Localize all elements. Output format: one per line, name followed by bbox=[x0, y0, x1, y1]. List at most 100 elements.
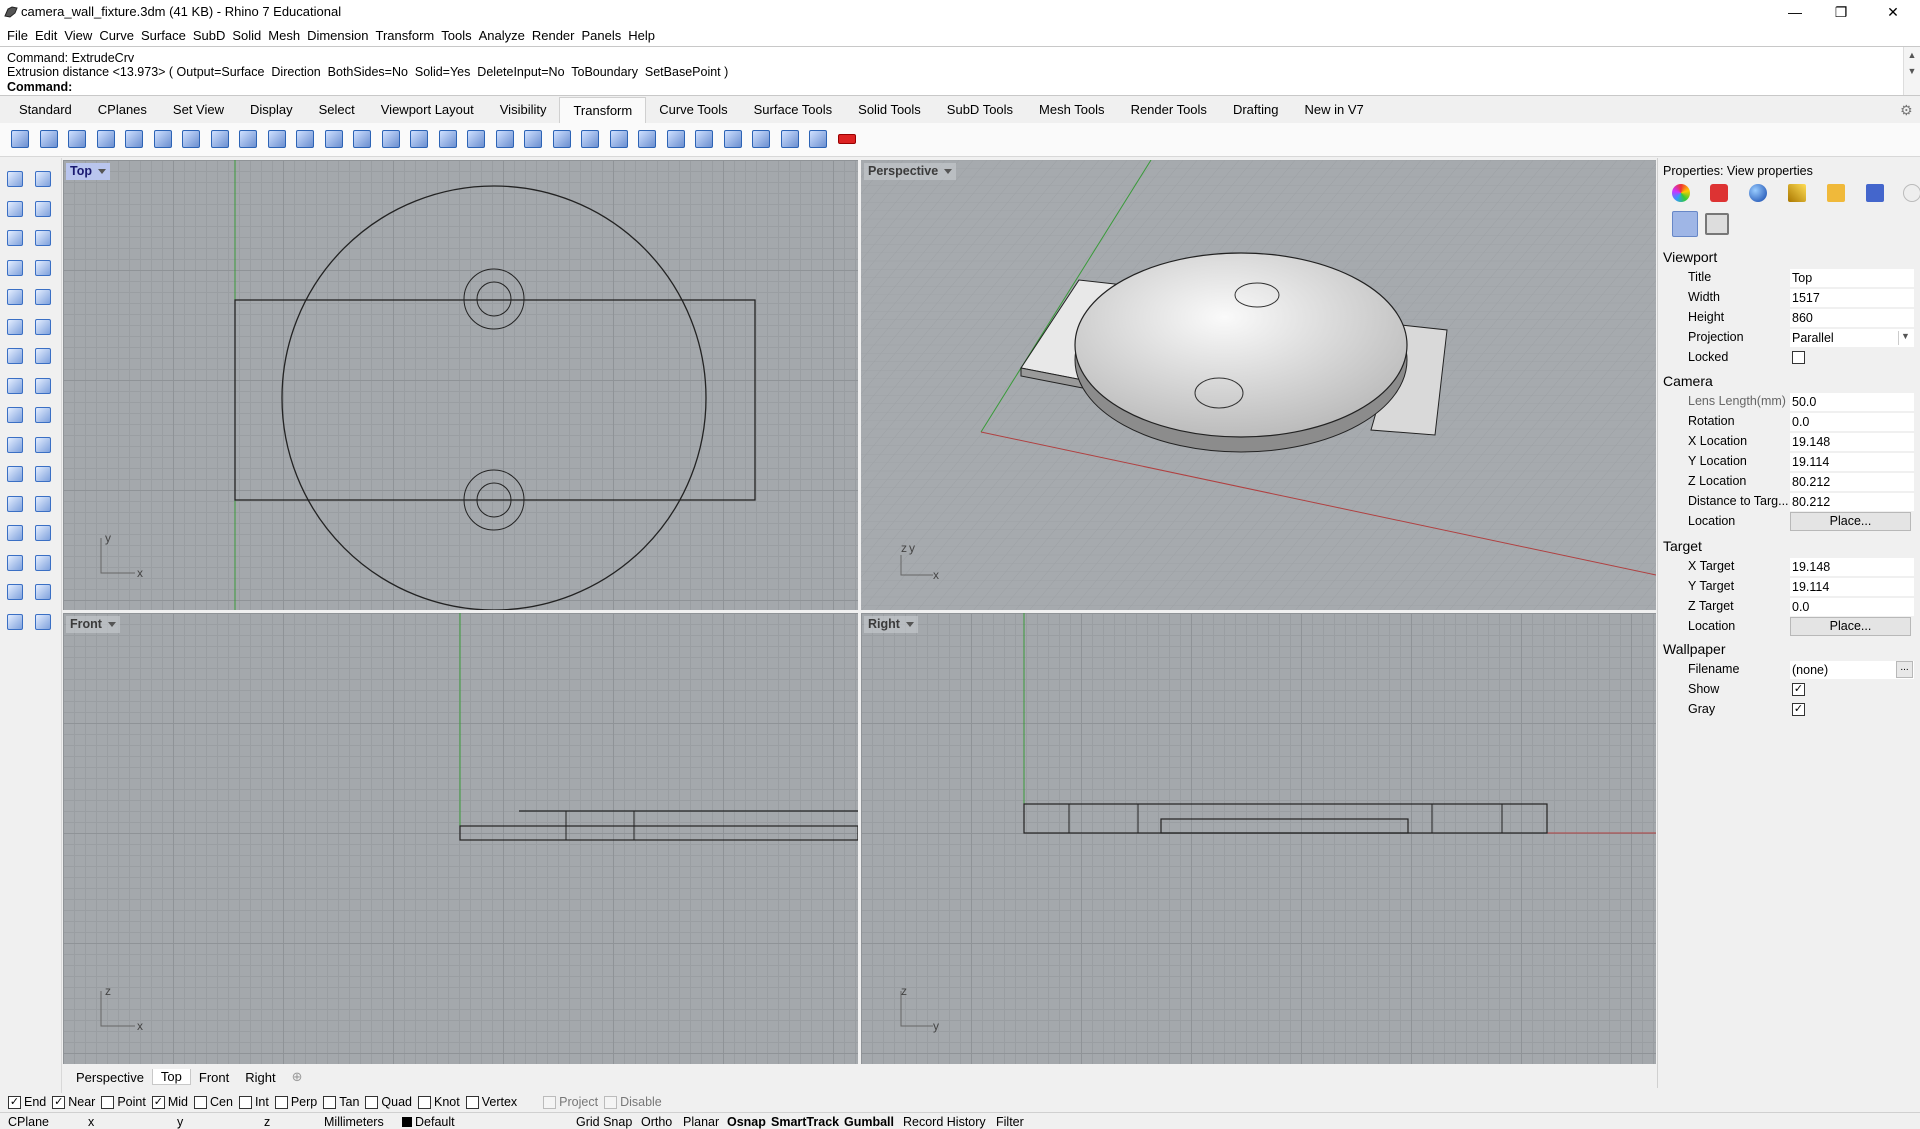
menu-panels[interactable]: Panels bbox=[578, 28, 625, 43]
menu-tools[interactable]: Tools bbox=[438, 28, 475, 43]
boolean-icon[interactable] bbox=[4, 404, 26, 426]
place-button[interactable]: Place... bbox=[1790, 512, 1911, 531]
checkbox[interactable] bbox=[274, 1095, 288, 1109]
viewport-perspective[interactable]: z y x Perspective bbox=[861, 160, 1656, 610]
array-icon[interactable] bbox=[4, 552, 26, 574]
osnap-quad[interactable]: Quad bbox=[365, 1095, 412, 1109]
color-wheel-icon[interactable] bbox=[1672, 184, 1690, 202]
mirror-icon[interactable] bbox=[122, 127, 146, 151]
checkbox[interactable] bbox=[418, 1095, 431, 1109]
prop-value[interactable]: 0.0 bbox=[1790, 598, 1914, 616]
tab-display[interactable]: Display bbox=[237, 97, 306, 123]
status-units[interactable]: Millimeters bbox=[324, 1115, 384, 1129]
osnap-disable[interactable]: Disable bbox=[604, 1095, 662, 1109]
prop-value[interactable]: 50.0 bbox=[1790, 393, 1914, 411]
material-icon[interactable] bbox=[1710, 184, 1728, 202]
viewport-icon[interactable] bbox=[1705, 213, 1729, 235]
wrap-icon[interactable] bbox=[721, 127, 745, 151]
osnap-int[interactable]: Int bbox=[238, 1095, 269, 1109]
tab-new-in-v7[interactable]: New in V7 bbox=[1291, 97, 1376, 123]
checkbox-gray[interactable]: ✓ bbox=[1792, 703, 1805, 716]
tab-drafting[interactable]: Drafting bbox=[1220, 97, 1292, 123]
prop-value[interactable]: Parallel bbox=[1790, 329, 1914, 347]
osnap-cen[interactable]: Cen bbox=[194, 1095, 233, 1109]
edit-surface-icon[interactable] bbox=[32, 316, 54, 338]
mesh-tools-icon[interactable] bbox=[32, 434, 54, 456]
menu-file[interactable]: File bbox=[4, 28, 32, 43]
status-ortho[interactable]: Ortho bbox=[641, 1115, 672, 1129]
restore-button[interactable]: ❐ bbox=[1818, 0, 1864, 24]
extrude-icon[interactable] bbox=[32, 375, 54, 397]
status-filter[interactable]: Filter bbox=[996, 1115, 1024, 1129]
prop-value[interactable]: 860 bbox=[1790, 309, 1914, 327]
check-icon[interactable] bbox=[32, 581, 54, 603]
point-icon[interactable] bbox=[32, 168, 54, 190]
edit-cage-icon[interactable] bbox=[749, 127, 773, 151]
prop-value[interactable]: 19.114 bbox=[1790, 453, 1914, 471]
checkbox[interactable]: ✓ bbox=[151, 1095, 165, 1109]
minimize-button[interactable]: — bbox=[1772, 0, 1818, 24]
viewport-label-front[interactable]: Front bbox=[66, 616, 120, 633]
array-surface-icon[interactable] bbox=[493, 127, 517, 151]
place-button[interactable]: Place... bbox=[1790, 617, 1911, 636]
rotate-icon[interactable] bbox=[65, 127, 89, 151]
scroll-down-icon[interactable]: ▼ bbox=[1904, 63, 1920, 79]
stretch-icon[interactable] bbox=[550, 127, 574, 151]
curve-tools-icon[interactable] bbox=[32, 286, 54, 308]
command-prompt[interactable]: Command: bbox=[7, 80, 72, 94]
osnap-near[interactable]: ✓ Near bbox=[52, 1095, 95, 1109]
help-icon[interactable] bbox=[1866, 184, 1884, 202]
menu-analyze[interactable]: Analyze bbox=[476, 28, 529, 43]
light-icon[interactable] bbox=[32, 611, 54, 633]
arrow-icon[interactable] bbox=[835, 127, 859, 151]
add-viewport-tab-icon[interactable]: ⊕ bbox=[284, 1069, 311, 1085]
osnap-point[interactable]: Point bbox=[101, 1095, 146, 1109]
tab-surface-tools[interactable]: Surface Tools bbox=[741, 97, 846, 123]
tab-standard[interactable]: Standard bbox=[6, 97, 85, 123]
checkbox[interactable] bbox=[604, 1095, 618, 1109]
copy-icon[interactable] bbox=[37, 127, 61, 151]
viewport-tab-perspective[interactable]: Perspective bbox=[68, 1070, 152, 1085]
ellipse-icon[interactable] bbox=[32, 227, 54, 249]
checkbox[interactable]: ✓ bbox=[8, 1095, 21, 1109]
viewport-label-top[interactable]: Top bbox=[66, 163, 110, 180]
scroll-up-icon[interactable]: ▲ bbox=[1904, 47, 1920, 63]
tab-subd-tools[interactable]: SubD Tools bbox=[934, 97, 1026, 123]
mesh-icon[interactable] bbox=[4, 434, 26, 456]
array-curve-icon[interactable] bbox=[464, 127, 488, 151]
sphere-icon[interactable] bbox=[32, 345, 54, 367]
tab-render-tools[interactable]: Render Tools bbox=[1118, 97, 1220, 123]
checkbox-locked[interactable] bbox=[1792, 351, 1805, 364]
tab-mesh-tools[interactable]: Mesh Tools bbox=[1026, 97, 1118, 123]
taper-icon[interactable] bbox=[293, 127, 317, 151]
select-icon[interactable] bbox=[4, 168, 26, 190]
rectangle-icon[interactable] bbox=[32, 257, 54, 279]
status-osnap[interactable]: Osnap bbox=[727, 1115, 766, 1129]
arc-icon[interactable] bbox=[4, 257, 26, 279]
osnap-tan[interactable]: Tan bbox=[323, 1095, 359, 1109]
prop-value[interactable]: 80.212 bbox=[1790, 493, 1914, 511]
tab-transform[interactable]: Transform bbox=[559, 97, 647, 123]
checkbox[interactable] bbox=[465, 1095, 479, 1109]
prop-value[interactable]: 1517 bbox=[1790, 289, 1914, 307]
match-icon[interactable] bbox=[806, 127, 830, 151]
circle-icon[interactable] bbox=[4, 227, 26, 249]
browse-button[interactable]: ... bbox=[1896, 661, 1913, 678]
gear-icon[interactable]: ⚙ bbox=[1900, 102, 1916, 118]
menu-subd[interactable]: SubD bbox=[190, 28, 230, 43]
polyline-icon[interactable] bbox=[4, 198, 26, 220]
status-cplane[interactable]: CPlane bbox=[8, 1115, 49, 1129]
status-layer[interactable]: Default bbox=[402, 1115, 455, 1129]
viewport-right[interactable]: z y Right bbox=[861, 613, 1656, 1064]
checkbox[interactable]: ✓ bbox=[52, 1095, 66, 1109]
viewport-front[interactable]: z x Front bbox=[63, 613, 858, 1064]
split-icon[interactable] bbox=[4, 463, 26, 485]
checkbox[interactable] bbox=[543, 1095, 557, 1109]
tab-set-view[interactable]: Set View bbox=[160, 97, 237, 123]
menu-view[interactable]: View bbox=[61, 28, 96, 43]
prop-value[interactable]: 19.114 bbox=[1790, 578, 1914, 596]
checkbox[interactable] bbox=[365, 1095, 379, 1109]
prop-value[interactable]: 0.0 bbox=[1790, 413, 1914, 431]
tab-viewport-layout[interactable]: Viewport Layout bbox=[368, 97, 487, 123]
osnap-project[interactable]: Project bbox=[543, 1095, 598, 1109]
